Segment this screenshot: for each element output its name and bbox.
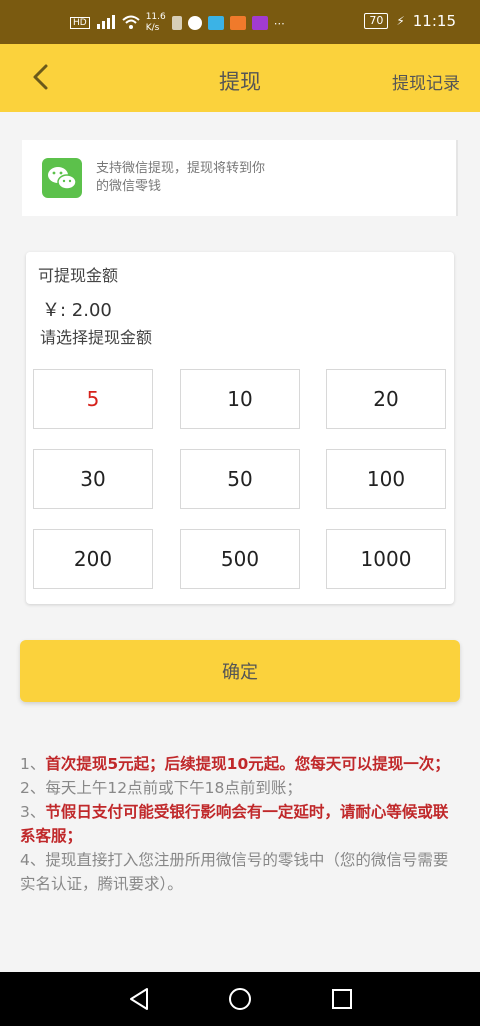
usb-icon: [171, 16, 182, 30]
withdrawable-amount-label: 可提现金额: [38, 266, 119, 285]
nav-home-icon[interactable]: [226, 985, 254, 1013]
app-notification-icon-2: [229, 16, 246, 30]
rule-item: 3、节假日支付可能受银行影响会有一定延时，请耐心等候或联系客服；: [20, 803, 449, 845]
amount-option-30[interactable]: 30: [33, 449, 153, 509]
amount-option-100[interactable]: 100: [326, 449, 446, 509]
amount-option-500[interactable]: 500: [180, 529, 300, 589]
network-speed: 11.6 K/s: [145, 12, 166, 33]
app-notification-icon: [207, 16, 224, 30]
status-bar-right: 70 ⚡ 11:15: [364, 12, 456, 30]
clock: 11:15: [412, 12, 456, 30]
amount-option-5[interactable]: 5: [33, 369, 153, 429]
amount-option-50[interactable]: 50: [180, 449, 300, 509]
wifi-icon: [122, 15, 140, 32]
amount-option-1000[interactable]: 1000: [326, 529, 446, 589]
app-notification-icon-3: [251, 16, 268, 30]
withdraw-rules: 1、首次提现5元起；后续提现10元起。您每天可以提现一次； 2、每天上午12点前…: [20, 752, 450, 896]
confirm-button[interactable]: 确定: [20, 640, 460, 702]
rule-item: 2、每天上午12点前或下午18点前到账；: [20, 779, 302, 797]
withdraw-card: 可提现金额 ￥: 2.00 请选择提现金额 5 10 20 30 50 100 …: [26, 252, 454, 604]
amount-option-20[interactable]: 20: [326, 369, 446, 429]
status-bar-left: HD 11.6 K/s ⋯: [70, 12, 285, 34]
rule-item: 1、首次提现5元起；后续提现10元起。您每天可以提现一次；: [20, 755, 450, 773]
notice-text: 支持微信提现，提现将转到你的微信零钱: [96, 161, 266, 194]
amount-option-200[interactable]: 200: [33, 529, 153, 589]
signal-icon: [96, 14, 116, 32]
nav-recents-icon[interactable]: [328, 985, 356, 1013]
amount-option-10[interactable]: 10: [180, 369, 300, 429]
status-bar: HD 11.6 K/s ⋯ 70 ⚡ 11:15: [0, 0, 480, 44]
battery-icon: 70: [364, 13, 389, 29]
app-bar: 提现 提现记录: [0, 44, 480, 112]
balance-value: ￥: 2.00: [42, 300, 112, 321]
charging-icon: ⚡: [396, 14, 405, 28]
hd-icon: HD: [70, 17, 90, 29]
withdraw-records-link[interactable]: 提现记录: [392, 69, 460, 94]
more-notifications-icon: ⋯: [273, 16, 285, 30]
rule-item: 4、提现直接打入您注册所用微信号的零钱中（您的微信号需要实名认证，腾讯要求）。: [20, 851, 449, 893]
nav-back-icon[interactable]: [125, 985, 153, 1013]
system-nav-bar: [0, 972, 480, 1026]
wechat-icon: [42, 158, 82, 198]
select-amount-hint: 请选择提现金额: [40, 328, 153, 347]
wechat-notice: 支持微信提现，提现将转到你的微信零钱: [22, 140, 458, 216]
qq-icon: [187, 16, 202, 30]
